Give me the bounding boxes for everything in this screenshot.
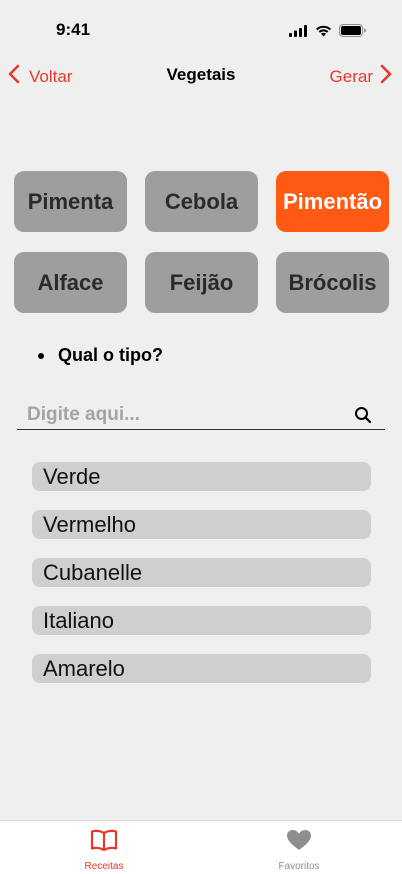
navigation-bar: Voltar Vegetais Gerar [0,56,402,96]
type-list-item[interactable]: Vermelho [32,510,371,539]
tab-label: Favoritos [278,861,320,872]
vegetable-chip[interactable]: Feijão [145,252,258,313]
type-list-item[interactable]: Cubanelle [32,558,371,587]
search-bar [17,401,385,430]
type-question: Qual o tipo? [38,345,163,366]
vegetable-chip[interactable]: Alface [14,252,127,313]
type-list-item[interactable]: Italiano [32,606,371,635]
bullet-icon [38,352,44,359]
cellular-signal-icon [289,24,308,37]
type-list: Verde Vermelho Cubanelle Italiano Amarel… [32,462,371,702]
search-input[interactable] [27,403,347,427]
tab-receitas[interactable]: Receitas [54,829,154,872]
wifi-icon [315,25,332,37]
heart-icon [286,829,312,856]
status-time: 9:41 [56,20,91,39]
chevron-right-icon [373,64,392,89]
search-icon[interactable] [354,406,372,429]
status-icons [289,24,366,37]
type-list-item[interactable]: Amarelo [32,654,371,683]
vegetable-chip[interactable]: Brócolis [276,252,389,313]
status-bar: 9:41 [0,0,402,54]
tab-bar: Receitas Favoritos [0,820,402,874]
generate-label: Gerar [329,66,373,86]
tab-favoritos[interactable]: Favoritos [249,829,349,872]
question-text: Qual o tipo? [58,345,163,365]
vegetable-grid: Pimenta Cebola Pimentão Alface Feijão Br… [14,171,390,313]
book-icon [90,829,118,856]
generate-button[interactable]: Gerar [330,64,392,89]
battery-icon [339,24,366,37]
vegetable-chip[interactable]: Cebola [145,171,258,232]
vegetable-chip[interactable]: Pimenta [14,171,127,232]
vegetable-chip[interactable]: Pimentão [276,171,389,232]
type-list-item[interactable]: Verde [32,462,371,491]
tab-label: Receitas [84,861,124,872]
